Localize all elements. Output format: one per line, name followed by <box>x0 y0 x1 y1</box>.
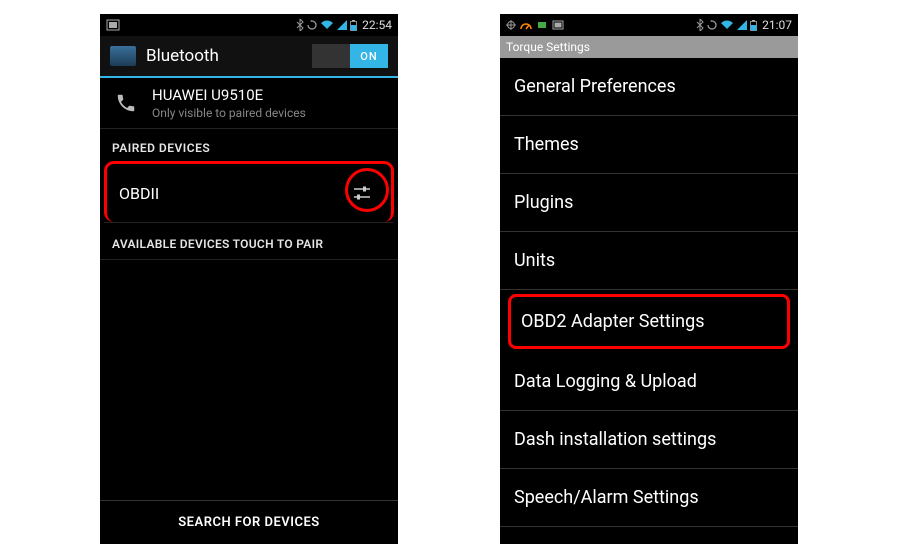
item-plugins[interactable]: Plugins <box>500 174 798 232</box>
search-for-devices-button[interactable]: SEARCH FOR DEVICES <box>100 500 398 544</box>
signal-icon <box>337 20 347 30</box>
status-bar: 21:07 <box>500 14 798 36</box>
my-device-row[interactable]: HUAWEI U9510E Only visible to paired dev… <box>100 78 398 129</box>
chip-icon <box>536 20 548 30</box>
toggle-on-label: ON <box>350 44 388 68</box>
page-title: Bluetooth <box>146 46 219 66</box>
status-time: 21:07 <box>762 18 792 32</box>
bluetooth-toggle[interactable]: ON <box>312 44 388 68</box>
gps-icon <box>506 20 516 30</box>
item-units[interactable]: Units <box>500 232 798 290</box>
bluetooth-header: Bluetooth ON <box>100 36 398 78</box>
torque-title: Torque Settings <box>506 40 590 54</box>
paired-device-name: OBDII <box>119 184 345 203</box>
sync-icon <box>707 20 717 30</box>
status-bar: 22:54 <box>100 14 398 36</box>
item-general-preferences[interactable]: General Preferences <box>500 58 798 116</box>
device-text: HUAWEI U9510E Only visible to paired dev… <box>152 86 306 120</box>
bluetooth-status-icon <box>696 19 704 31</box>
paired-devices-label: PAIRED DEVICES <box>100 129 398 161</box>
screenshot-icon <box>552 20 564 30</box>
sync-icon <box>307 20 317 30</box>
bluetooth-app-icon <box>110 46 136 66</box>
device-name: HUAWEI U9510E <box>152 86 306 104</box>
screenshot-icon <box>106 19 120 31</box>
item-manage-alarms[interactable]: Manage Alarms <box>500 527 798 544</box>
item-themes[interactable]: Themes <box>500 116 798 174</box>
battery-icon <box>350 20 357 31</box>
torque-settings-header: Torque Settings <box>500 36 798 58</box>
item-data-logging[interactable]: Data Logging & Upload <box>500 353 798 411</box>
device-visibility: Only visible to paired devices <box>152 106 306 120</box>
wifi-icon <box>320 20 334 30</box>
phone-torque: 21:07 Torque Settings General Preference… <box>500 14 798 544</box>
item-obd2-adapter-settings[interactable]: OBD2 Adapter Settings <box>508 294 790 349</box>
phone-bluetooth: 22:54 Bluetooth ON HUAWEI U9510E Only vi… <box>100 14 398 544</box>
signal-icon <box>737 20 747 30</box>
item-speech-alarm[interactable]: Speech/Alarm Settings <box>500 469 798 527</box>
battery-icon <box>750 20 757 31</box>
phone-handset-icon <box>112 92 140 114</box>
paired-device-obdii[interactable]: OBDII <box>104 161 394 222</box>
status-time: 22:54 <box>362 18 392 32</box>
highlight-circle <box>345 168 389 212</box>
search-for-devices-label: SEARCH FOR DEVICES <box>178 515 319 530</box>
status-left <box>506 20 564 30</box>
gauge-icon <box>520 20 532 30</box>
status-left <box>106 19 120 31</box>
status-right: 22:54 <box>296 18 392 32</box>
available-devices-label: AVAILABLE DEVICES TOUCH TO PAIR <box>100 223 398 260</box>
item-dash-installation[interactable]: Dash installation settings <box>500 411 798 469</box>
wifi-icon <box>720 20 734 30</box>
bluetooth-status-icon <box>296 19 304 31</box>
status-right: 21:07 <box>696 18 792 32</box>
toggle-off-label <box>312 44 350 68</box>
torque-settings-list: General Preferences Themes Plugins Units… <box>500 58 798 544</box>
